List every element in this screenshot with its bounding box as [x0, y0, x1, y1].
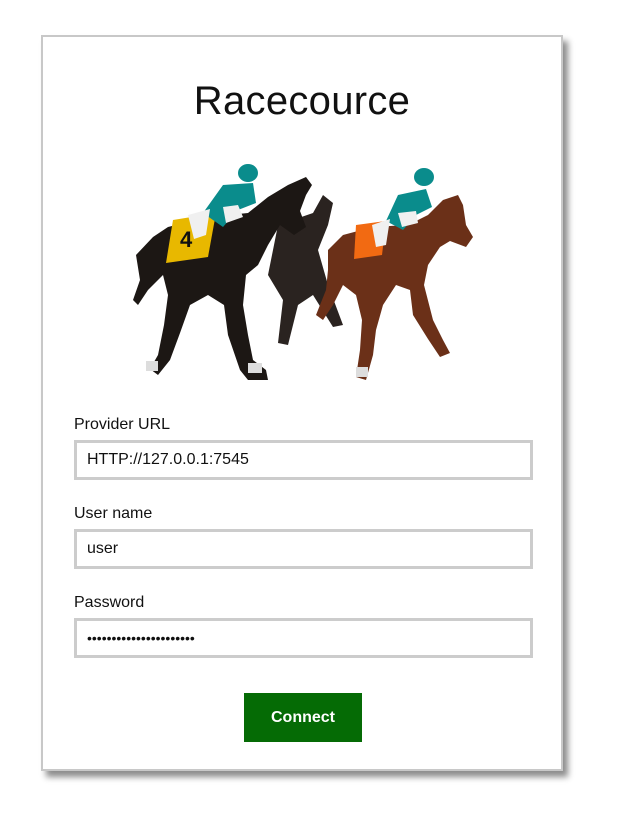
bay-horse — [316, 168, 473, 380]
racehorses-illustration: 4 — [133, 164, 473, 380]
connect-button[interactable]: Connect — [244, 693, 362, 742]
username-label: User name — [74, 505, 153, 522]
login-card: Racecource 4 Provider URL HTTP://127.0.0… — [41, 35, 563, 771]
app-title: Racecource — [193, 79, 411, 123]
svg-text:4: 4 — [180, 227, 193, 252]
password-label: Password — [74, 594, 145, 611]
provider-url-label: Provider URL — [74, 416, 171, 433]
provider-url-input[interactable] — [74, 440, 533, 480]
password-input[interactable] — [74, 618, 533, 658]
username-input[interactable] — [74, 529, 533, 569]
